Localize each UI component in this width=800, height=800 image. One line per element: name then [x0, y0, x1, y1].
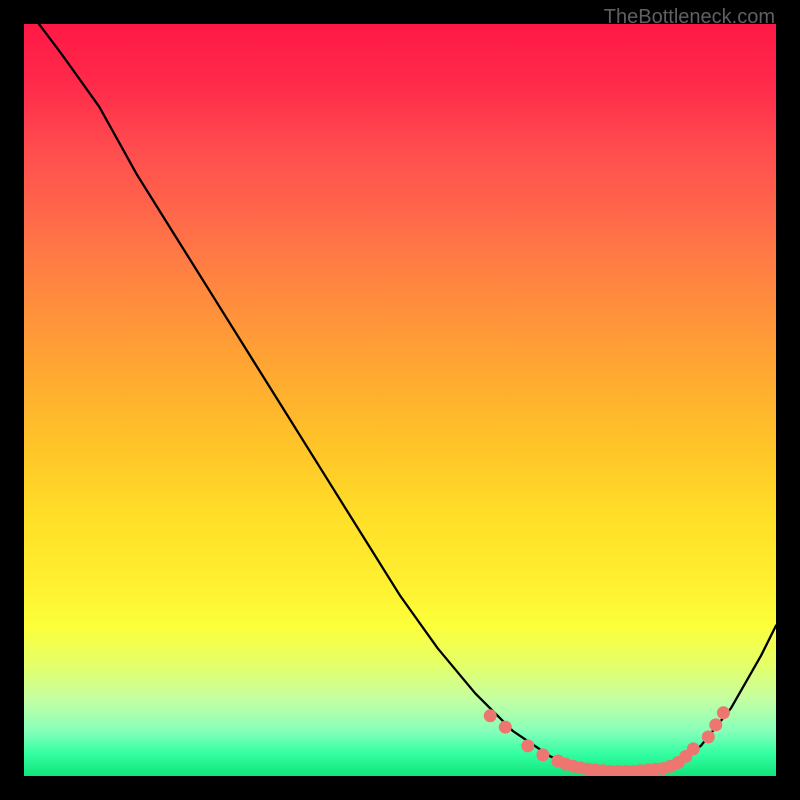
- data-point: [499, 721, 512, 734]
- data-point: [717, 706, 730, 719]
- plot-area: [24, 24, 776, 776]
- bottleneck-curve-line: [39, 24, 776, 772]
- data-point: [521, 739, 534, 752]
- attribution-text: TheBottleneck.com: [604, 6, 775, 29]
- chart-container: TheBottleneck.com: [0, 0, 800, 800]
- data-points-group: [484, 706, 730, 776]
- data-point: [702, 730, 715, 743]
- data-point: [687, 742, 700, 755]
- data-point: [709, 718, 722, 731]
- chart-svg: [24, 24, 776, 776]
- data-point: [536, 748, 549, 761]
- data-point: [484, 709, 497, 722]
